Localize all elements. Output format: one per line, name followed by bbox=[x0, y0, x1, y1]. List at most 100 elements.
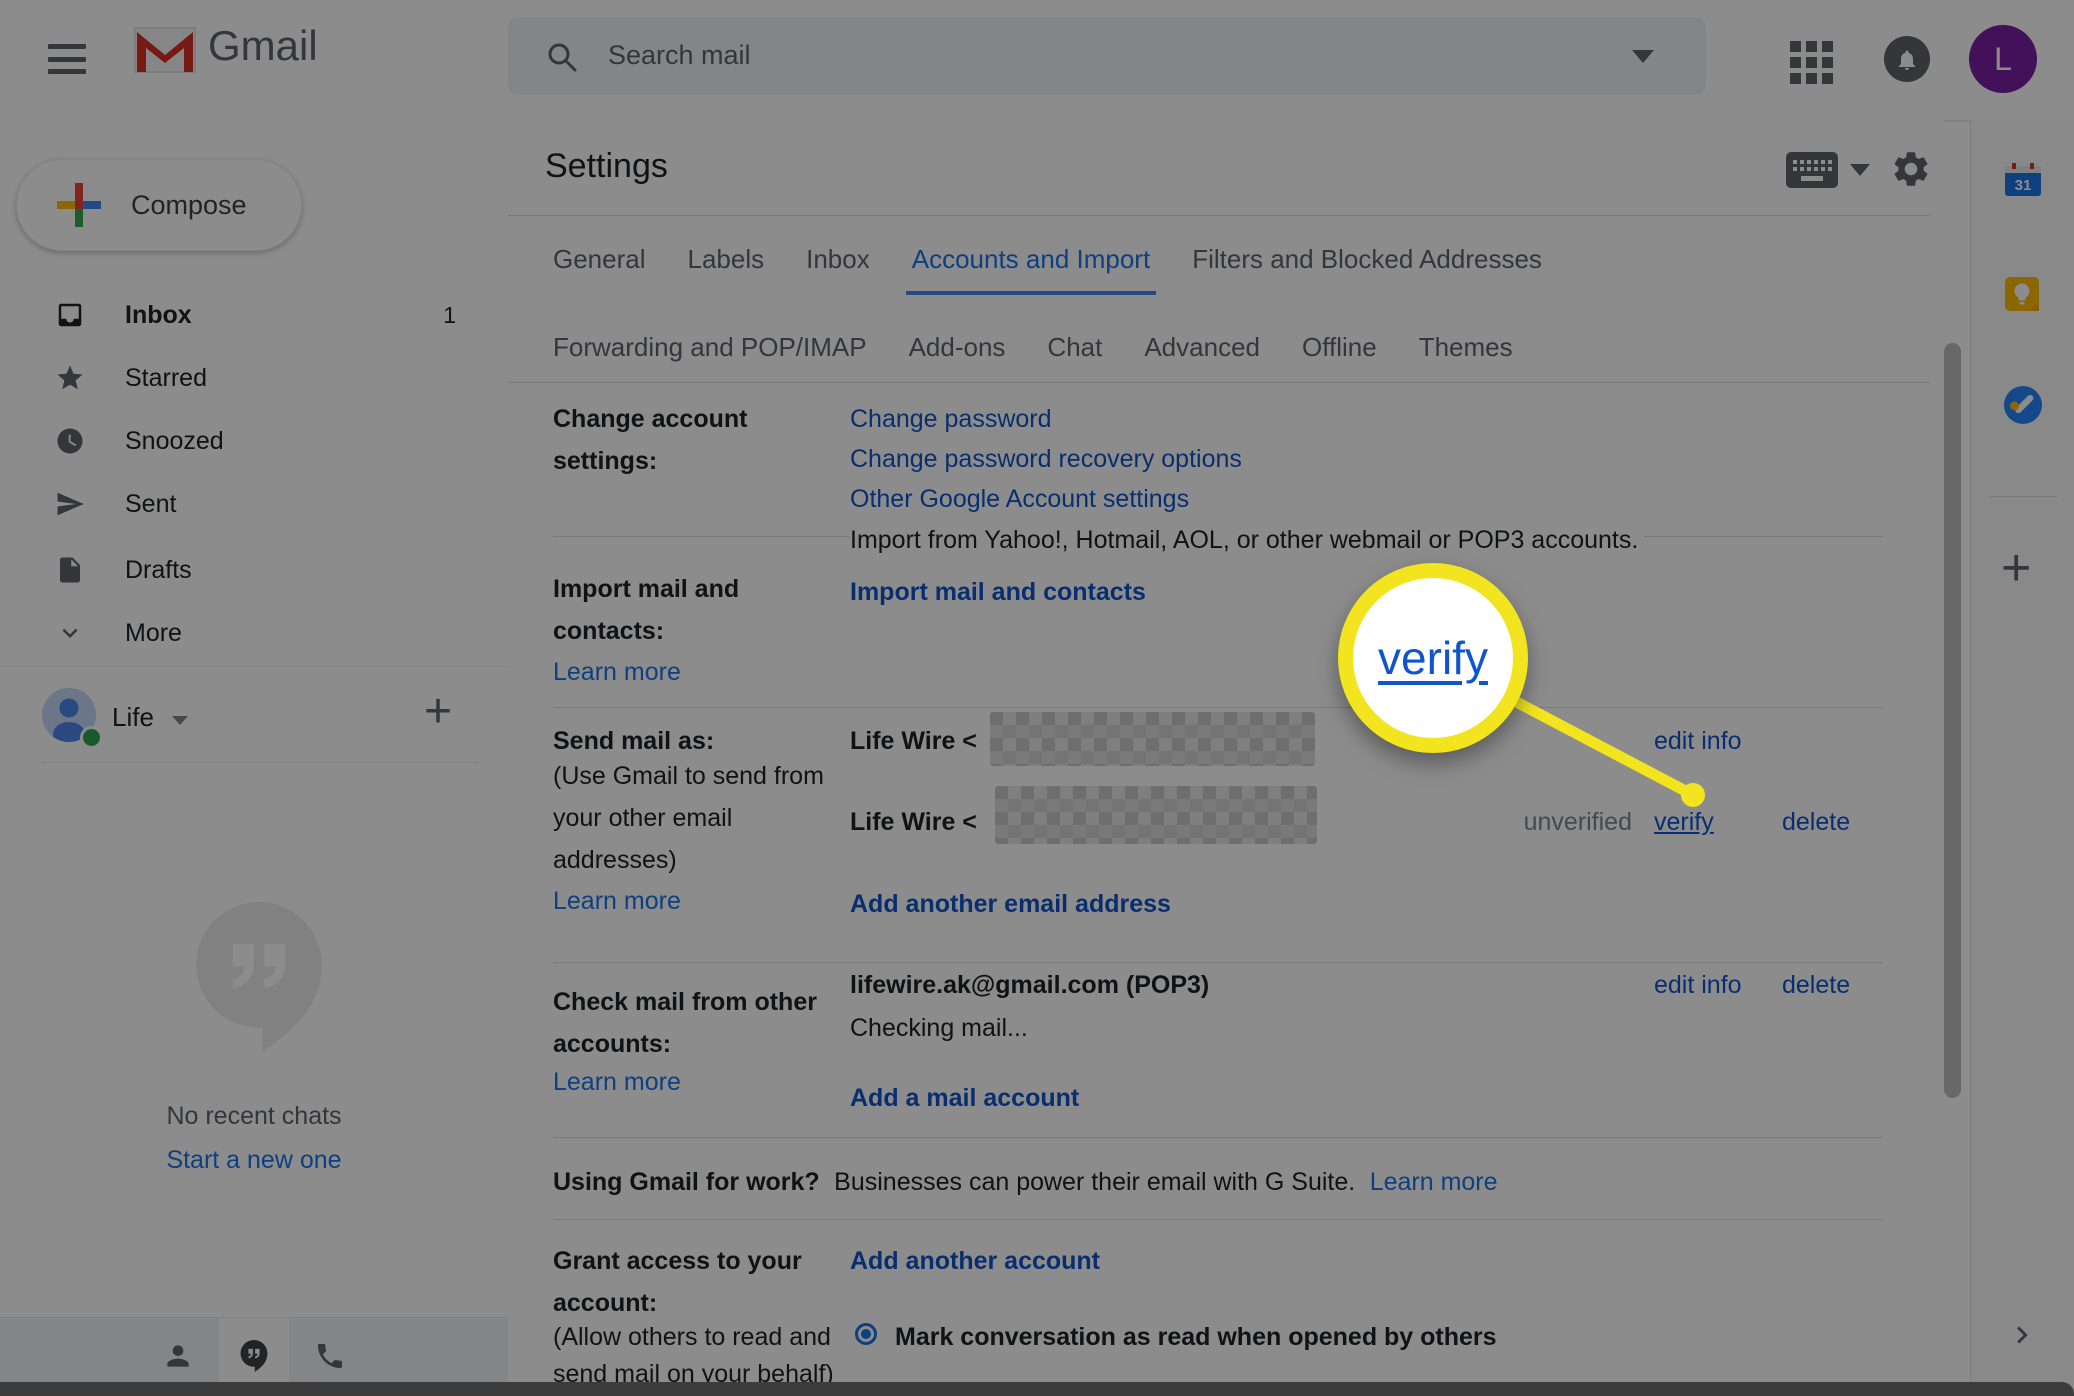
row-label: accounts: bbox=[553, 1030, 672, 1058]
tab-chat[interactable]: Chat bbox=[1047, 332, 1102, 383]
checking-mail-status: Checking mail... bbox=[850, 1014, 1028, 1042]
row-note: your other email bbox=[553, 804, 733, 832]
tab-forwarding[interactable]: Forwarding and POP/IMAP bbox=[553, 332, 867, 383]
gmail-for-work-row: Using Gmail for work? Businesses can pow… bbox=[553, 1168, 1498, 1197]
settings-main: Settings General Labels Inbox Accounts a… bbox=[508, 120, 1944, 1396]
sidebar-item-sent[interactable]: Sent bbox=[0, 472, 508, 536]
settings-gear-icon[interactable] bbox=[1890, 148, 1932, 190]
tab-offline[interactable]: Offline bbox=[1302, 332, 1377, 383]
row-note: (Use Gmail to send from bbox=[553, 762, 824, 790]
search-options-caret-icon[interactable] bbox=[1632, 50, 1654, 63]
learn-more-link[interactable]: Learn more bbox=[553, 887, 681, 916]
edit-info-link[interactable]: edit info bbox=[1654, 971, 1742, 1000]
hamburger-menu-icon[interactable] bbox=[48, 44, 86, 74]
right-rail: 31 + bbox=[1970, 120, 2074, 1396]
row-label: account: bbox=[553, 1289, 658, 1317]
tab-general[interactable]: General bbox=[553, 244, 646, 295]
verify-callout-link[interactable]: verify bbox=[1378, 631, 1488, 685]
keep-icon[interactable] bbox=[2005, 277, 2039, 311]
inbox-icon bbox=[58, 303, 82, 327]
learn-more-link[interactable]: Learn more bbox=[1370, 1168, 1498, 1196]
add-panel-plus-icon[interactable]: + bbox=[2001, 538, 2031, 598]
import-intro-text: Import from Yahoo!, Hotmail, AOL, or oth… bbox=[850, 523, 1645, 558]
sidebar-item-inbox[interactable]: Inbox 1 bbox=[0, 283, 508, 347]
settings-tabs-row1: General Labels Inbox Accounts and Import… bbox=[553, 244, 1542, 295]
clock-icon bbox=[57, 428, 83, 454]
row-divider bbox=[553, 962, 1883, 963]
calendar-icon[interactable]: 31 bbox=[2004, 163, 2042, 197]
chat-account-name[interactable]: Life bbox=[112, 702, 154, 733]
hangouts-icon[interactable] bbox=[238, 1340, 270, 1372]
contacts-icon[interactable] bbox=[162, 1340, 194, 1372]
sidebar-item-starred[interactable]: Starred bbox=[0, 346, 508, 410]
gsuite-text: Businesses can power their email with G … bbox=[834, 1168, 1356, 1196]
drafts-file-icon bbox=[60, 557, 80, 583]
edit-info-link[interactable]: edit info bbox=[1654, 727, 1742, 756]
tab-filters[interactable]: Filters and Blocked Addresses bbox=[1192, 244, 1542, 295]
change-password-link[interactable]: Change password bbox=[850, 405, 1052, 434]
row-note: (Allow others to read and bbox=[553, 1323, 831, 1351]
tab-inbox[interactable]: Inbox bbox=[806, 244, 870, 295]
row-label: contacts: bbox=[553, 617, 665, 645]
row-divider bbox=[553, 1137, 1883, 1138]
notifications-bell-icon[interactable] bbox=[1884, 36, 1930, 82]
other-google-account-settings-link[interactable]: Other Google Account settings bbox=[850, 485, 1189, 514]
account-avatar[interactable]: L bbox=[1969, 25, 2037, 93]
bottom-edge-strip bbox=[0, 1382, 2074, 1396]
tab-advanced[interactable]: Advanced bbox=[1144, 332, 1260, 383]
main-scrollbar[interactable] bbox=[1944, 343, 1961, 1098]
tab-themes[interactable]: Themes bbox=[1419, 332, 1513, 383]
tab-addons[interactable]: Add-ons bbox=[909, 332, 1006, 383]
row-label: Import mail and bbox=[553, 575, 740, 603]
add-another-account-link[interactable]: Add another account bbox=[850, 1247, 1100, 1276]
phone-icon[interactable] bbox=[314, 1340, 346, 1372]
change-password-recovery-link[interactable]: Change password recovery options bbox=[850, 445, 1242, 474]
verify-link[interactable]: verify bbox=[1654, 808, 1714, 837]
add-another-email-link[interactable]: Add another email address bbox=[850, 890, 1171, 919]
learn-more-link[interactable]: Learn more bbox=[553, 1068, 681, 1097]
sidebar-item-more[interactable]: More bbox=[0, 601, 508, 665]
top-bar: Gmail Search mail L bbox=[0, 0, 2074, 122]
import-mail-and-contacts-link[interactable]: Import mail and contacts bbox=[850, 578, 1146, 607]
rail-divider bbox=[1989, 496, 2057, 497]
presence-dot bbox=[80, 726, 103, 749]
new-chat-plus-icon[interactable]: + bbox=[424, 684, 452, 739]
sidebar-item-snoozed[interactable]: Snoozed bbox=[0, 409, 508, 473]
sidebar-item-label: More bbox=[125, 618, 182, 647]
chevron-down-icon bbox=[62, 628, 78, 638]
delete-link[interactable]: delete bbox=[1782, 971, 1850, 1000]
gmail-logo-icon bbox=[134, 27, 196, 73]
expand-chevron-icon[interactable] bbox=[2005, 1318, 2039, 1352]
star-icon bbox=[57, 365, 83, 390]
chat-account-caret-icon[interactable] bbox=[172, 716, 188, 725]
mark-read-option-label: Mark conversation as read when opened by… bbox=[895, 1323, 1497, 1351]
apps-grid-icon[interactable] bbox=[1790, 41, 1834, 85]
row-note: addresses) bbox=[553, 846, 677, 874]
search-icon bbox=[548, 43, 577, 72]
send-as-entry-name: Life Wire < bbox=[850, 808, 977, 836]
row-label: Grant access to your bbox=[553, 1247, 802, 1275]
sidebar-item-label: Inbox bbox=[125, 300, 192, 329]
inbox-count: 1 bbox=[443, 301, 456, 328]
header-divider bbox=[508, 215, 1930, 216]
tab-labels[interactable]: Labels bbox=[688, 244, 765, 295]
sidebar-item-drafts[interactable]: Drafts bbox=[0, 538, 508, 602]
sidebar-item-label: Sent bbox=[125, 489, 177, 518]
tasks-icon[interactable] bbox=[2004, 386, 2042, 424]
search-input[interactable]: Search mail bbox=[508, 17, 1706, 95]
pop3-account-name: lifewire.ak@gmail.com (POP3) bbox=[850, 971, 1210, 999]
learn-more-link[interactable]: Learn more bbox=[553, 658, 681, 687]
add-mail-account-link[interactable]: Add a mail account bbox=[850, 1084, 1079, 1113]
radio-selected-icon[interactable] bbox=[855, 1323, 877, 1345]
keyboard-icon[interactable] bbox=[1786, 152, 1838, 188]
compose-button[interactable]: Compose bbox=[16, 159, 302, 251]
delete-link[interactable]: delete bbox=[1782, 808, 1850, 837]
left-sidebar: Compose Inbox 1 Starred Snoozed Sent Dra… bbox=[0, 120, 508, 1396]
compose-label: Compose bbox=[131, 189, 247, 220]
search-placeholder: Search mail bbox=[608, 40, 751, 70]
keyboard-caret-icon[interactable] bbox=[1850, 164, 1870, 176]
tab-accounts-and-import[interactable]: Accounts and Import bbox=[905, 244, 1157, 295]
verify-highlight-callout: verify bbox=[1338, 563, 1528, 753]
hangouts-logo-icon bbox=[196, 902, 322, 1052]
start-new-chat-link[interactable]: Start a new one bbox=[0, 1146, 508, 1175]
